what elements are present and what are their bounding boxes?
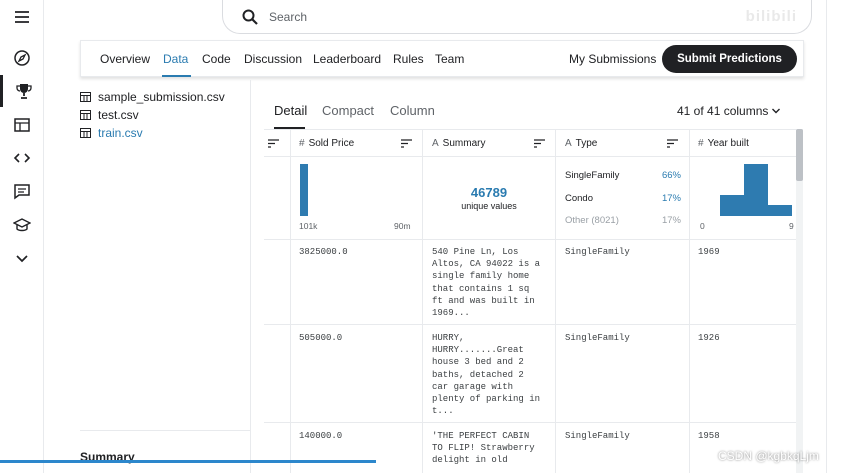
type-pct: 17% (661, 215, 681, 226)
tab-team[interactable]: Team (435, 52, 464, 66)
sort-icon[interactable] (268, 139, 279, 148)
cell-year-built: 1926 (698, 333, 720, 343)
page-scrollbar[interactable] (826, 0, 827, 473)
cell-year-built: 1969 (698, 247, 720, 257)
chevron-down-icon[interactable] (0, 242, 44, 274)
tab-rules[interactable]: Rules (393, 52, 424, 66)
file-name: sample_submission.csv (98, 90, 225, 104)
string-type-icon: A (565, 138, 572, 149)
cell-summary: HURRY, HURRY.......Great house 3 bed and… (432, 333, 541, 417)
columns-selector[interactable]: 41 of 41 columns (677, 104, 768, 118)
chevron-down-icon[interactable] (771, 106, 781, 116)
sort-icon[interactable] (401, 139, 412, 148)
column-name: Summary (442, 138, 486, 149)
table-file-icon (80, 128, 91, 138)
hist-min-label: 101k (299, 221, 318, 231)
competition-tab-bar: Overview Data Code Discussion Leaderboar… (80, 40, 804, 77)
unique-count-label: unique values (461, 201, 517, 211)
column-name: Year built (707, 138, 749, 149)
discussion-icon[interactable] (0, 175, 44, 207)
string-type-icon: A (432, 138, 439, 149)
numeric-type-icon: # (299, 138, 305, 149)
menu-icon[interactable] (0, 1, 44, 33)
file-item-test[interactable]: test.csv (80, 106, 250, 124)
column-header-summary[interactable]: A Summary (432, 138, 485, 149)
table-file-icon (80, 110, 91, 120)
hist-max-label: 9 (789, 221, 794, 231)
type-pct: 66% (661, 170, 681, 181)
search-bar: bilibili (222, 0, 812, 34)
tab-leaderboard[interactable]: Leaderboard (313, 52, 381, 66)
cell-summary: 'THE PERFECT CABIN TO FLIP! Strawberry d… (432, 431, 535, 466)
type-dist-row: SingleFamily 66% (565, 170, 681, 181)
row-divider (264, 422, 797, 423)
row-divider (264, 239, 797, 240)
type-dist-row: Other (8021) 17% (565, 215, 681, 226)
trophy-icon[interactable] (0, 75, 44, 107)
file-name: train.csv (98, 126, 143, 140)
histogram-bar (744, 164, 768, 216)
file-item-sample-submission[interactable]: sample_submission.csv (80, 88, 250, 106)
left-nav-rail (0, 0, 44, 473)
numeric-type-icon: # (698, 138, 704, 149)
compass-icon[interactable] (0, 42, 44, 74)
school-icon[interactable] (0, 209, 44, 241)
view-tab-detail[interactable]: Detail (274, 103, 307, 118)
cell-sold-price: 140000.0 (299, 431, 343, 441)
column-header-sold-price[interactable]: # Sold Price (299, 138, 354, 149)
data-table: # Sold Price A Summary A Type # Year bui… (264, 129, 797, 473)
cell-type: SingleFamily (565, 431, 630, 441)
video-progress-bar (0, 460, 376, 463)
active-tab-indicator (162, 75, 191, 77)
type-name: SingleFamily (565, 170, 620, 181)
summary-divider (80, 430, 250, 431)
tab-data[interactable]: Data (163, 52, 188, 66)
histogram-bar (768, 204, 792, 216)
type-pct: 17% (661, 193, 681, 204)
submit-predictions-button[interactable]: Submit Predictions (662, 45, 797, 73)
cell-year-built: 1958 (698, 431, 720, 441)
code-icon[interactable] (0, 142, 44, 174)
column-header-type[interactable]: A Type (565, 138, 597, 149)
cell-sold-price: 505000.0 (299, 333, 343, 343)
type-dist-row: Condo 17% (565, 193, 681, 204)
column-name: Sold Price (308, 138, 355, 149)
view-tab-compact[interactable]: Compact (322, 103, 374, 118)
tab-discussion[interactable]: Discussion (244, 52, 302, 66)
row-divider (264, 156, 797, 157)
hist-max-label: 90m (394, 221, 411, 231)
row-divider (264, 324, 797, 325)
table-scrollbar-thumb[interactable] (796, 129, 803, 181)
cell-type: SingleFamily (565, 247, 630, 257)
my-submissions-link[interactable]: My Submissions (569, 52, 656, 66)
file-name: test.csv (98, 108, 139, 122)
cell-summary: 540 Pine Ln, Los Altos, CA 94022 is a si… (432, 247, 541, 319)
unique-count: 46789 (470, 185, 508, 200)
type-name: Condo (565, 193, 593, 204)
table-file-icon (80, 92, 91, 102)
search-icon (242, 9, 258, 25)
histogram-bar (300, 164, 308, 216)
cell-type: SingleFamily (565, 333, 630, 343)
sort-icon[interactable] (667, 139, 678, 148)
view-tab-column[interactable]: Column (390, 103, 435, 118)
sort-icon[interactable] (534, 139, 545, 148)
panel-divider (250, 80, 251, 473)
cell-sold-price: 3825000.0 (299, 247, 348, 257)
file-item-train[interactable]: train.csv (80, 124, 250, 142)
table-icon[interactable] (0, 109, 44, 141)
column-name: Type (575, 138, 598, 149)
tab-code[interactable]: Code (202, 52, 231, 66)
search-input[interactable] (269, 8, 649, 26)
tab-overview[interactable]: Overview (100, 52, 150, 66)
file-list: sample_submission.csv test.csv train.csv (80, 88, 250, 142)
credit-watermark: CSDN @kgbkqLjm (718, 449, 819, 463)
watermark-logo: bilibili (745, 8, 797, 25)
histogram-bar (720, 195, 744, 216)
type-name: Other (8021) (565, 215, 619, 226)
hist-min-label: 0 (700, 221, 705, 231)
column-header-year-built[interactable]: # Year built (698, 138, 749, 149)
